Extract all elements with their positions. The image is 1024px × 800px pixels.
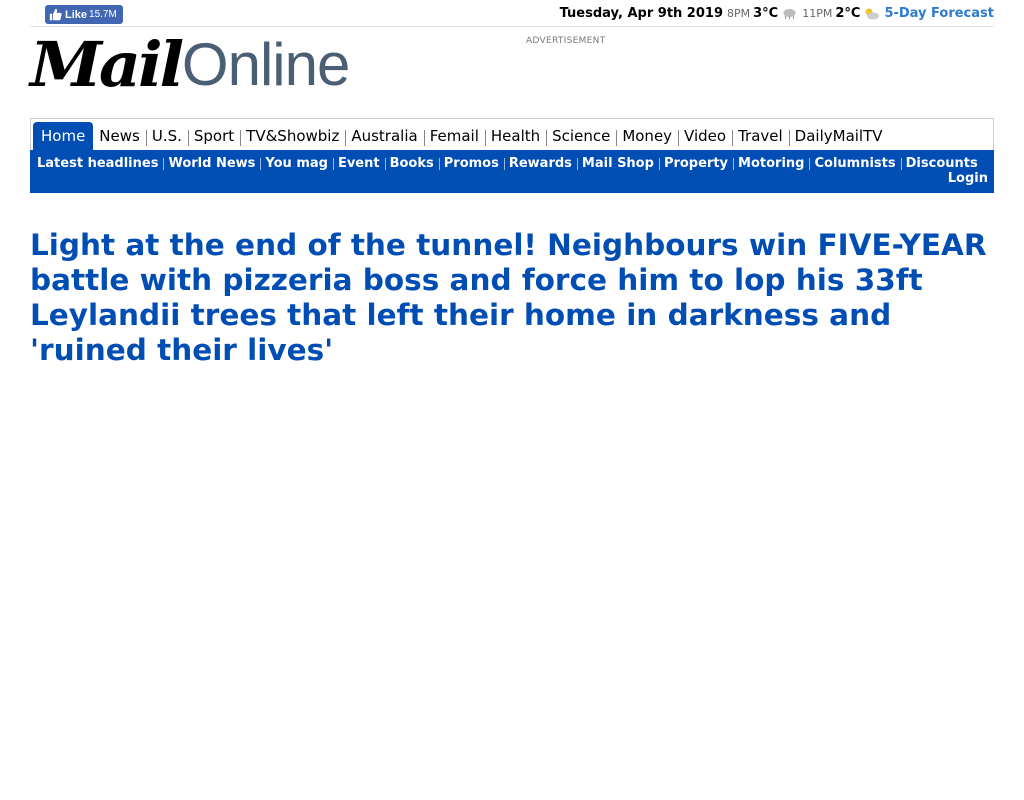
subnav-item-columnists[interactable]: Columnists bbox=[809, 156, 900, 171]
subnav-item-discounts[interactable]: Discounts bbox=[900, 156, 983, 171]
like-label: Like bbox=[65, 8, 88, 21]
weather-time-2: 11PM bbox=[802, 7, 833, 20]
partly-cloudy-icon bbox=[865, 8, 880, 20]
weather-temp-1: 3°C bbox=[753, 6, 779, 21]
subnav-item-property[interactable]: Property bbox=[658, 156, 733, 171]
weather-time-1: 8PM bbox=[727, 7, 751, 20]
weather-widget: Tuesday, Apr 9th 2019 8PM 3°C 11PM 2°C 5… bbox=[560, 6, 994, 21]
article-headline[interactable]: Light at the end of the tunnel! Neighbou… bbox=[30, 228, 994, 368]
nav-item-tv-showbiz[interactable]: TV&Showbiz bbox=[240, 122, 345, 150]
subnav-item-motoring[interactable]: Motoring bbox=[733, 156, 809, 171]
nav-item-home[interactable]: Home bbox=[33, 122, 94, 150]
nav-item-travel[interactable]: Travel bbox=[732, 122, 789, 150]
nav-item-science[interactable]: Science bbox=[546, 122, 616, 150]
nav-item-dailymailtv[interactable]: DailyMailTV bbox=[788, 122, 889, 150]
nav-item-money[interactable]: Money bbox=[616, 122, 678, 150]
nav-item-sport[interactable]: Sport bbox=[187, 122, 240, 150]
like-count: 15.7M bbox=[89, 9, 117, 20]
advertisement-label: ADVERTISEMENT bbox=[526, 36, 606, 46]
subnav-item-mail-shop[interactable]: Mail Shop bbox=[576, 156, 659, 171]
cloud-icon bbox=[783, 9, 796, 19]
subnav-item-promos[interactable]: Promos bbox=[438, 156, 504, 171]
subnav-item-you-mag[interactable]: You mag bbox=[260, 156, 333, 171]
primary-nav: Home News U.S. Sport TV&Showbiz Australia Fema… bbox=[30, 118, 994, 150]
logo-online: Online bbox=[181, 31, 350, 98]
subnav-item-world-news[interactable]: World News bbox=[163, 156, 260, 171]
weather-temp-2: 2°C bbox=[835, 6, 861, 21]
secondary-nav: Latest headlines World News You mag Event Bo… bbox=[30, 150, 994, 193]
facebook-like-button[interactable]: Like 15.7M bbox=[45, 5, 123, 24]
top-bar: Like 15.7M Tuesday, Apr 9th 2019 8PM 3°C… bbox=[30, 4, 994, 27]
subnav-item-latest-headlines[interactable]: Latest headlines bbox=[36, 156, 163, 171]
nav-item-femail[interactable]: Femail bbox=[423, 122, 485, 150]
five-day-forecast-link[interactable]: 5-Day Forecast bbox=[884, 6, 994, 21]
logo-mail: Mail bbox=[30, 28, 184, 101]
nav-item-news[interactable]: News bbox=[93, 122, 146, 150]
current-date: Tuesday, Apr 9th 2019 bbox=[559, 6, 723, 21]
nav-item-australia[interactable]: Australia bbox=[345, 122, 423, 150]
subnav-item-rewards[interactable]: Rewards bbox=[503, 156, 577, 171]
nav-item-u-s[interactable]: U.S. bbox=[145, 122, 188, 150]
mailonline-logo[interactable]: Mail Online bbox=[30, 28, 350, 101]
subnav-item-event[interactable]: Event bbox=[332, 156, 385, 171]
login-link[interactable]: Login bbox=[36, 171, 988, 186]
nav-item-video[interactable]: Video bbox=[678, 122, 732, 150]
subnav-item-books[interactable]: Books bbox=[384, 156, 439, 171]
nav-item-health[interactable]: Health bbox=[484, 122, 546, 150]
thumbs-up-icon bbox=[49, 8, 62, 21]
